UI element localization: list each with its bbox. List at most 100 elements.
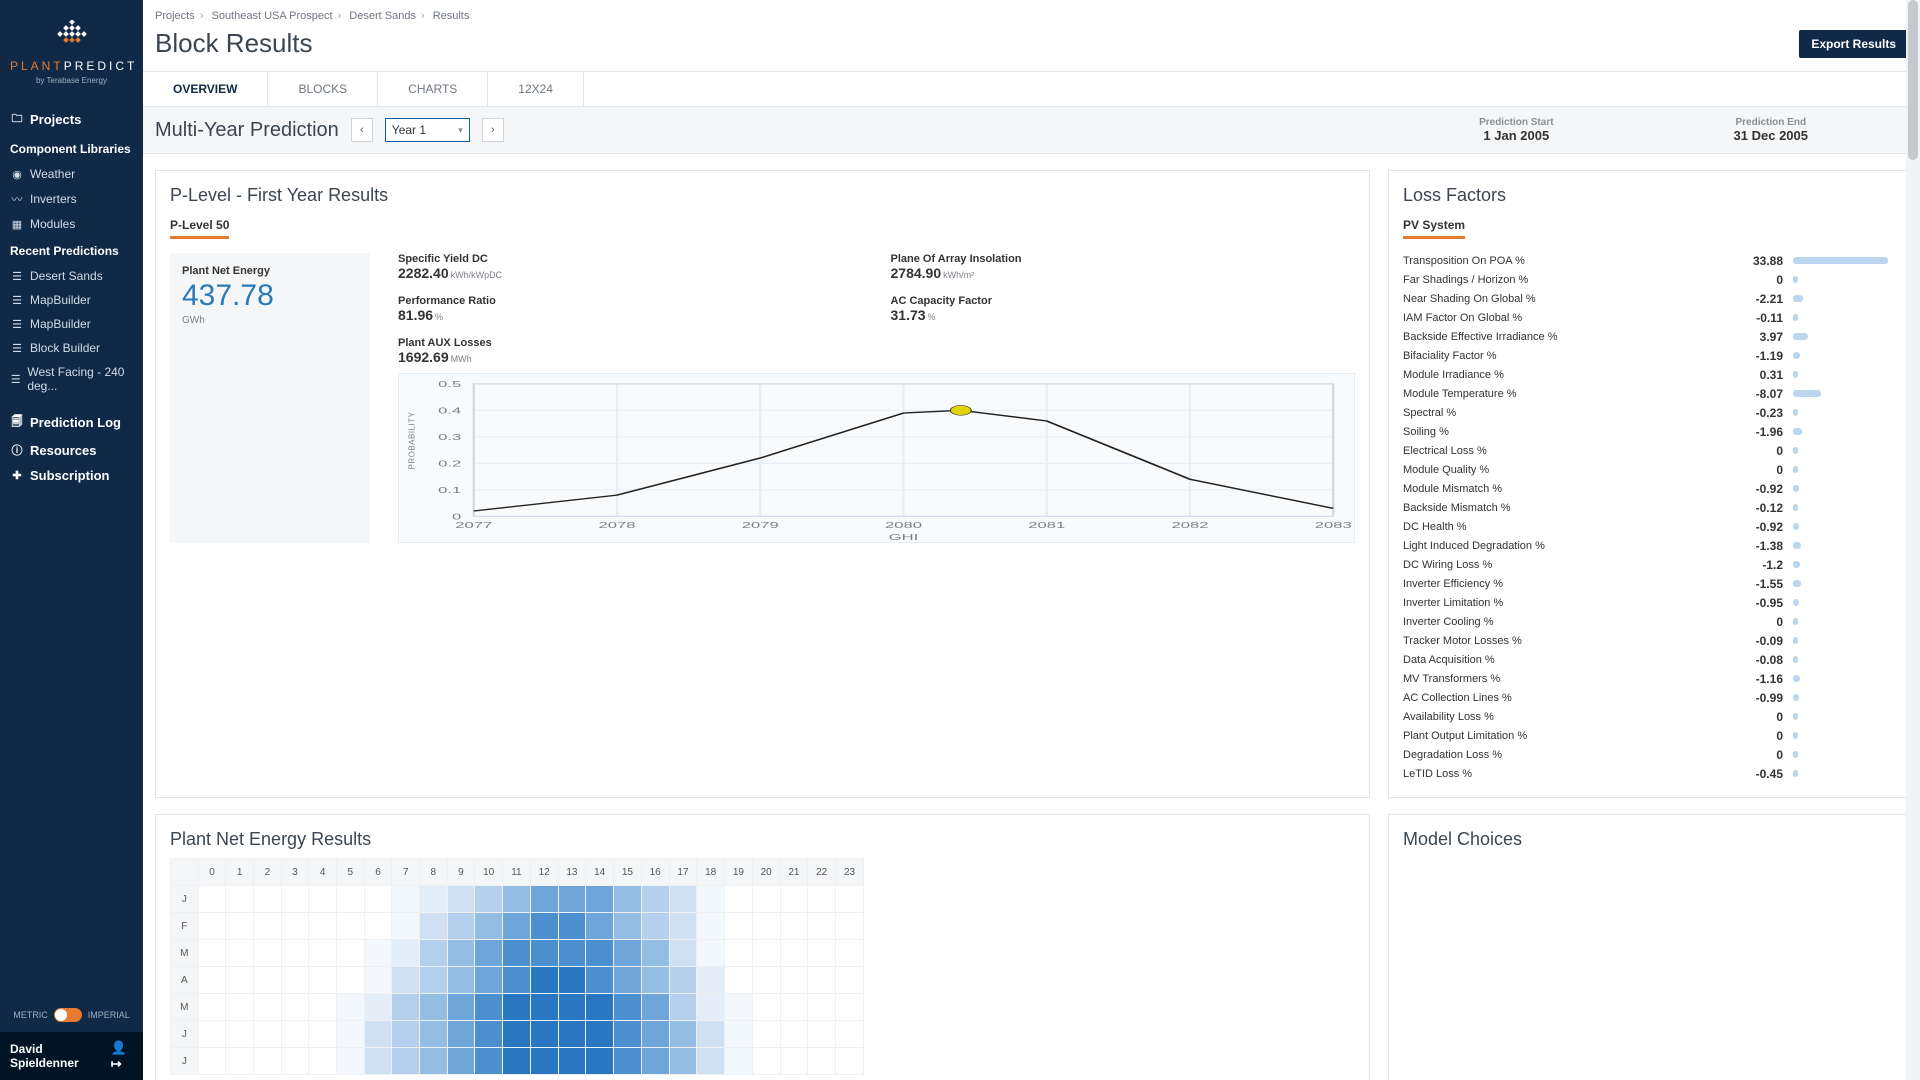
net-energy-unit: GWh [182,315,358,326]
sidebar-item-recent-3[interactable]: ☰ Block Builder [0,336,143,360]
wave-icon: 〰 [10,191,24,207]
svg-text:2077: 2077 [455,521,492,530]
sidebar-item-inverters[interactable]: 〰 Inverters [0,186,143,212]
page-title: Block Results [155,28,313,59]
loss-row: Backside Mismatch %-0.12 [1403,498,1893,517]
year-select[interactable]: Year 1 ▾ [385,118,470,142]
sidebar-item-label: Subscription [30,468,109,483]
sidebar-heading-recent: Recent Predictions [0,236,143,264]
brand-name-r: PREDICT [64,59,138,73]
sidebar-item-recent-1[interactable]: ☰MapBuilder [0,288,143,312]
breadcrumb-item[interactable]: Results [433,10,470,22]
svg-text:0: 0 [452,512,461,521]
sidebar-item-prediction-log[interactable]: 🗐 Prediction Log [0,408,143,437]
plus-icon: ✚ [10,469,24,482]
sidebar-item-recent-0[interactable]: ☰Desert Sands [0,264,143,288]
year-next-button[interactable]: › [482,118,504,142]
loss-row: Spectral %-0.23 [1403,403,1893,422]
sidebar-item-label: MapBuilder [30,317,91,331]
subbar-title: Multi-Year Prediction [155,119,339,142]
tab-12x24[interactable]: 12X24 [488,72,584,106]
loss-row: Inverter Cooling %0 [1403,612,1893,631]
list-icon: ☰ [10,373,21,386]
unit-toggle[interactable]: METRIC IMPERIAL [0,998,143,1032]
sidebar-item-weather[interactable]: ◉Weather [0,162,143,186]
year-select-value: Year 1 [392,123,426,137]
loss-row: Module Mismatch %-0.92 [1403,479,1893,498]
loss-row: Light Induced Degradation %-1.38 [1403,536,1893,555]
loss-tab[interactable]: PV System [1403,214,1465,239]
loss-row: Data Acquisition %-0.08 [1403,650,1893,669]
breadcrumb-item[interactable]: Projects [155,10,195,22]
user-logout-icon[interactable]: 👤↦ [111,1040,133,1072]
svg-text:2080: 2080 [885,521,922,530]
scrollbar-track[interactable] [1906,0,1920,1080]
year-prev-button[interactable]: ‹ [351,118,373,142]
tab-charts[interactable]: CHARTS [378,72,488,106]
list-icon: ☰ [10,318,24,331]
loss-row: DC Health %-0.92 [1403,517,1893,536]
breadcrumb: Projects› Southeast USA Prospect› Desert… [143,0,1920,22]
sidebar-item-label: Inverters [30,192,77,206]
plevel-title: P-Level - First Year Results [170,185,1355,206]
loss-row: Degradation Loss %0 [1403,745,1893,764]
sidebar-item-label: Projects [30,112,81,127]
sidebar-item-recent-2[interactable]: ☰ MapBuilder [0,312,143,336]
tabs: OVERVIEW BLOCKS CHARTS 12X24 [143,72,1920,107]
metric-ac-capacity: AC Capacity Factor31.73% [891,295,1356,323]
sidebar-item-modules[interactable]: ▦Modules [0,212,143,236]
loss-row: MV Transformers %-1.16 [1403,669,1893,688]
user-name: David Spieldenner [10,1042,111,1070]
breadcrumb-item[interactable]: Desert Sands [349,10,416,22]
metric-poa-insolation: Plane Of Array Insolation2784.90kWh/m² [891,253,1356,281]
subbar: Multi-Year Prediction ‹ Year 1▾ › Predic… [143,107,1920,154]
loss-row: Plant Output Limitation %0 [1403,726,1893,745]
metric-performance-ratio: Performance Ratio81.96% [398,295,863,323]
svg-text:GHI: GHI [889,533,919,542]
svg-text:2079: 2079 [742,521,779,530]
scrollbar-thumb[interactable] [1908,0,1918,160]
unit-imperial-label: IMPERIAL [88,1010,130,1020]
list-icon: ☰ [10,294,24,307]
breadcrumb-item[interactable]: Southeast USA Prospect [211,10,332,22]
sidebar-item-label: West Facing - 240 deg... [27,365,133,393]
sidebar-item-resources[interactable]: ⓘResources [0,437,143,463]
loss-row: Module Temperature %-8.07 [1403,384,1893,403]
brand-logo: PLANTPREDICT by Terabase Energy [0,0,143,100]
metric-aux-losses: Plant AUX Losses1692.69MWh PROBABILITY 0… [398,337,1355,543]
brand-name-l: PLANT [10,59,64,73]
sidebar-item-projects[interactable]: 🗀Projects [0,100,143,134]
sidebar-item-recent-4[interactable]: ☰ West Facing - 240 deg... [0,360,143,398]
svg-text:2078: 2078 [599,521,636,530]
chevron-down-icon: ▾ [458,125,463,136]
toggle-switch[interactable] [54,1008,82,1022]
chart-ylabel: PROBABILITY [407,412,416,470]
unit-metric-label: METRIC [13,1010,48,1020]
sidebar-item-subscription[interactable]: ✚ Subscription [0,463,143,488]
export-results-button[interactable]: Export Results [1799,30,1908,58]
plevel-tab[interactable]: P-Level 50 [170,214,229,239]
calendar-icon: 🗐 [10,413,24,432]
svg-text:0.5: 0.5 [438,380,461,389]
svg-text:2082: 2082 [1172,521,1209,530]
sidebar-item-label: Desert Sands [30,269,103,283]
svg-text:2083: 2083 [1315,521,1352,530]
user-row: David Spieldenner 👤↦ [0,1032,143,1080]
loss-row: AC Collection Lines %-0.99 [1403,688,1893,707]
tab-overview[interactable]: OVERVIEW [143,72,268,106]
loss-row: Soiling %-1.96 [1403,422,1893,441]
loss-row: Near Shading On Global %-2.21 [1403,289,1893,308]
pred-end-value: 31 Dec 2005 [1734,128,1808,143]
tab-blocks[interactable]: BLOCKS [268,72,378,106]
model-choices-card: Model Choices [1388,814,1908,1080]
sidebar-item-label: Prediction Log [30,415,121,430]
model-choices-title: Model Choices [1403,829,1893,850]
loss-row: Bifaciality Factor %-1.19 [1403,346,1893,365]
loss-row: Electrical Loss %0 [1403,441,1893,460]
sidebar-item-label: Block Builder [30,341,100,355]
svg-text:0.2: 0.2 [438,459,461,468]
sidebar-item-label: Modules [30,217,75,231]
svg-text:0.3: 0.3 [438,433,461,442]
loss-row: Transposition On POA %33.88 [1403,251,1893,270]
list-icon: ☰ [10,342,24,355]
